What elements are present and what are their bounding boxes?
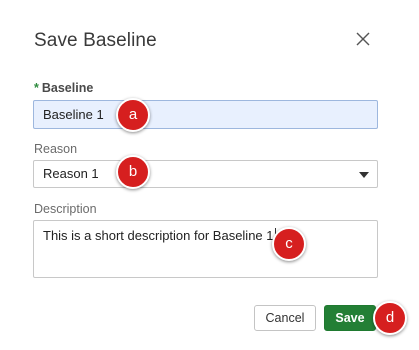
callout-badge-d: d bbox=[373, 301, 407, 335]
reason-selected-value: Reason 1 bbox=[43, 166, 99, 181]
required-marker: * bbox=[34, 81, 39, 95]
description-text: This is a short description for Baseline… bbox=[43, 228, 274, 243]
baseline-label: * Baseline bbox=[34, 81, 93, 95]
description-label: Description bbox=[34, 202, 97, 216]
baseline-label-text: Baseline bbox=[41, 81, 94, 95]
callout-badge-c: c bbox=[272, 227, 306, 261]
callout-badge-b: b bbox=[116, 155, 150, 189]
reason-select[interactable]: Reason 1 bbox=[33, 160, 378, 188]
save-baseline-dialog: Save Baseline * Baseline Baseline 1 Reaso… bbox=[0, 0, 419, 350]
close-icon[interactable] bbox=[352, 28, 374, 50]
dialog-title: Save Baseline bbox=[34, 30, 157, 51]
callout-badge-a: a bbox=[116, 98, 150, 132]
baseline-input[interactable]: Baseline 1 bbox=[33, 100, 378, 129]
description-textarea[interactable]: This is a short description for Baseline… bbox=[33, 220, 378, 278]
baseline-input-value: Baseline 1 bbox=[43, 107, 104, 122]
cancel-button[interactable]: Cancel bbox=[254, 305, 316, 331]
save-button[interactable]: Save bbox=[324, 305, 376, 331]
dropdown-caret-icon bbox=[359, 172, 369, 178]
reason-label: Reason bbox=[34, 142, 78, 156]
